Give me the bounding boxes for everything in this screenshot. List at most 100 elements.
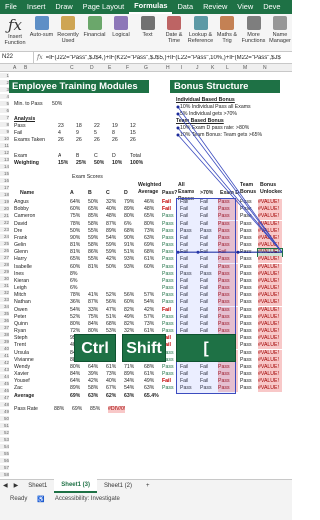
row-number[interactable]: 9 xyxy=(0,129,9,134)
row-number[interactable]: 36 xyxy=(0,318,9,323)
column-header-B[interactable]: B xyxy=(24,65,27,71)
row-number[interactable]: 38 xyxy=(0,332,9,337)
row-number[interactable]: 2 xyxy=(0,80,9,85)
column-header-L[interactable]: L xyxy=(226,65,229,71)
row-number[interactable]: 15 xyxy=(0,171,9,176)
column-header-I[interactable]: I xyxy=(181,65,182,71)
status-accessibility[interactable]: Accessibility: Investigate xyxy=(55,496,120,502)
sheet-tab-0[interactable]: Sheet1 xyxy=(21,480,54,492)
column-header-E[interactable]: E xyxy=(108,65,111,71)
row-number[interactable]: 50 xyxy=(0,416,9,421)
row-number[interactable]: 48 xyxy=(0,402,9,407)
row-number[interactable]: 54 xyxy=(0,444,9,449)
column-header-K[interactable]: K xyxy=(211,65,214,71)
row-number[interactable]: 53 xyxy=(0,437,9,442)
ribbon-tab-deve[interactable]: Deve xyxy=(258,0,285,14)
row-number[interactable]: 11 xyxy=(0,143,9,148)
row-number[interactable]: 31 xyxy=(0,283,9,288)
row-number[interactable]: 10 xyxy=(0,136,9,141)
row-number[interactable]: 5 xyxy=(0,101,9,106)
row-number[interactable]: 29 xyxy=(0,269,9,274)
ribbon-tab-formulas[interactable]: Formulas xyxy=(129,0,173,14)
column-header-N[interactable]: N xyxy=(263,65,267,71)
row-number[interactable]: 56 xyxy=(0,458,9,463)
row-number[interactable]: 37 xyxy=(0,325,9,330)
ribbon-tab-file[interactable]: File xyxy=(0,0,22,14)
ribbon-button-6[interactable]: Date & Time xyxy=(161,16,187,44)
row-number[interactable]: 46 xyxy=(0,388,9,393)
row-number[interactable]: 58 xyxy=(0,472,9,477)
row-number[interactable]: 41 xyxy=(0,353,9,358)
ribbon-button-9[interactable]: More Functions xyxy=(241,16,267,44)
row-number[interactable]: 24 xyxy=(0,234,9,239)
column-header-G[interactable]: G xyxy=(144,65,148,71)
row-number[interactable]: 49 xyxy=(0,409,9,414)
row-number[interactable]: 1 xyxy=(0,73,9,78)
row-number[interactable]: 12 xyxy=(0,150,9,155)
row-number[interactable]: 28 xyxy=(0,262,9,267)
row-number[interactable]: 33 xyxy=(0,297,9,302)
sheet-nav-prev-icon[interactable]: ◀ xyxy=(0,480,11,492)
column-header-A[interactable]: A xyxy=(13,65,16,71)
row-number[interactable]: 17 xyxy=(0,185,9,190)
add-sheet-icon[interactable]: + xyxy=(139,480,157,492)
row-number[interactable]: 44 xyxy=(0,374,9,379)
row-number[interactable]: 14 xyxy=(0,164,9,169)
ribbon-button-10[interactable]: Name Manager xyxy=(267,16,292,44)
ribbon-button-3[interactable]: Financial xyxy=(82,16,108,38)
row-number[interactable]: 8 xyxy=(0,122,9,127)
row-number[interactable]: 19 xyxy=(0,199,9,204)
ribbon-tab-insert[interactable]: Insert xyxy=(22,0,50,14)
ribbon-tab-data[interactable]: Data xyxy=(172,0,198,14)
ribbon-tab-view[interactable]: View xyxy=(232,0,258,14)
formula-input[interactable]: =IF(J22="Pass",$J$4,)+IF(K22="Pass",$J$5… xyxy=(46,55,292,61)
row-number[interactable]: 26 xyxy=(0,248,9,253)
row-number[interactable]: 55 xyxy=(0,451,9,456)
row-number[interactable]: 18 xyxy=(0,192,9,197)
row-number[interactable]: 4 xyxy=(0,94,9,99)
row-number[interactable]: 16 xyxy=(0,178,9,183)
worksheet-grid[interactable]: Employee Training Modules Bonus Structur… xyxy=(0,72,292,479)
row-number[interactable]: 34 xyxy=(0,304,9,309)
ribbon-button-1[interactable]: Auto-sum xyxy=(29,16,55,38)
row-number[interactable]: 45 xyxy=(0,381,9,386)
ribbon-tab-review[interactable]: Review xyxy=(198,0,232,14)
row-number[interactable]: 43 xyxy=(0,367,9,372)
row-number[interactable]: 42 xyxy=(0,360,9,365)
row-number[interactable]: 3 xyxy=(0,87,9,92)
row-number[interactable]: 52 xyxy=(0,430,9,435)
row-number[interactable]: 23 xyxy=(0,227,9,232)
row-number[interactable]: 30 xyxy=(0,276,9,281)
ribbon-tab-page-layout[interactable]: Page Layout xyxy=(78,0,130,14)
row-number[interactable]: 13 xyxy=(0,157,9,162)
row-number[interactable]: 39 xyxy=(0,339,9,344)
ribbon-button-2[interactable]: Recently Used xyxy=(55,16,81,44)
column-header-M[interactable]: M xyxy=(243,65,247,71)
column-header-J[interactable]: J xyxy=(196,65,199,71)
sheet-tab-2[interactable]: Sheet1 (2) xyxy=(97,480,139,492)
row-number[interactable]: 40 xyxy=(0,346,9,351)
ribbon-button-7[interactable]: Lookup & Reference xyxy=(188,16,214,44)
ribbon-button-8[interactable]: Maths & Trig xyxy=(214,16,240,44)
sheet-nav-next-icon[interactable]: ▶ xyxy=(11,480,22,492)
row-number[interactable]: 32 xyxy=(0,290,9,295)
row-number[interactable]: 51 xyxy=(0,423,9,428)
ribbon-button-4[interactable]: Logical xyxy=(108,16,134,38)
row-number[interactable]: 7 xyxy=(0,115,9,120)
row-number[interactable]: 57 xyxy=(0,465,9,470)
column-header-D[interactable]: D xyxy=(90,65,94,71)
row-number[interactable]: 25 xyxy=(0,241,9,246)
row-number[interactable]: 27 xyxy=(0,255,9,260)
ribbon-button-0[interactable]: ƒx Insert Function xyxy=(2,16,28,46)
name-box[interactable]: N22 xyxy=(0,52,34,63)
column-header-F[interactable]: F xyxy=(126,65,129,71)
ribbon-button-5[interactable]: Text xyxy=(135,16,161,38)
column-header-C[interactable]: C xyxy=(70,65,74,71)
row-number[interactable]: 47 xyxy=(0,395,9,400)
row-number[interactable]: 6 xyxy=(0,108,9,113)
row-number[interactable]: 35 xyxy=(0,311,9,316)
row-number[interactable]: 21 xyxy=(0,213,9,218)
row-number[interactable]: 22 xyxy=(0,220,9,225)
sheet-tab-1[interactable]: Sheet1 (3) xyxy=(54,479,97,493)
fx-icon[interactable]: fx xyxy=(34,54,46,61)
